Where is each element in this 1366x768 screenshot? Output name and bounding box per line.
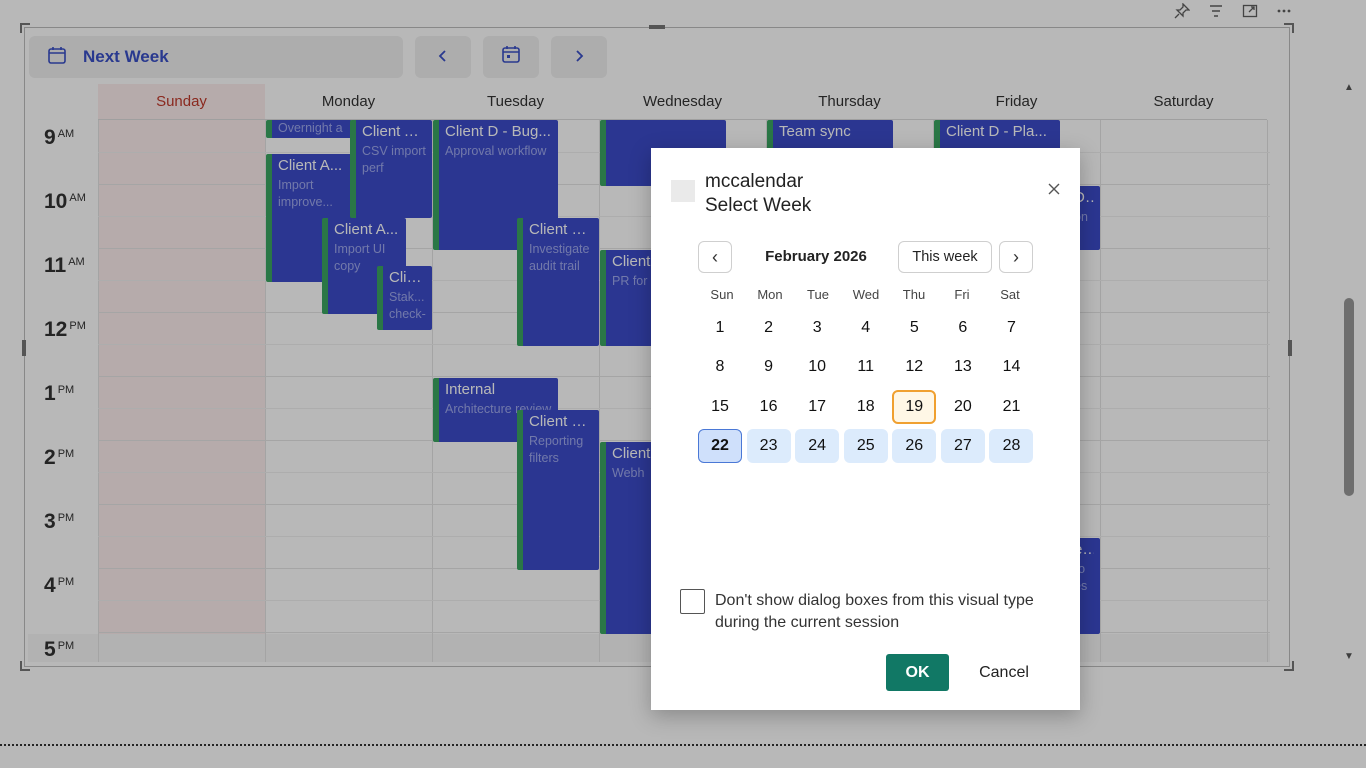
visual-header-icons — [1172, 0, 1294, 22]
date-cell[interactable]: 12 — [892, 350, 936, 384]
more-options-icon[interactable] — [1274, 1, 1294, 21]
week-row[interactable]: 1 2 3 4 5 6 7 — [698, 308, 1038, 348]
date-cell-selected[interactable]: 27 — [940, 429, 985, 464]
dont-show-checkbox[interactable] — [680, 589, 705, 614]
date-cell[interactable]: 6 — [941, 311, 985, 345]
week-row[interactable]: 15 16 17 18 19 20 21 — [698, 387, 1038, 427]
date-cell[interactable]: 16 — [747, 390, 791, 424]
date-cell-selected[interactable]: 25 — [843, 429, 888, 464]
date-cell[interactable]: 21 — [989, 390, 1033, 424]
focus-mode-icon[interactable] — [1240, 1, 1260, 21]
date-cell[interactable]: 8 — [698, 350, 742, 384]
weekday-label: Mon — [757, 287, 783, 302]
previous-month-button[interactable]: ‹ — [698, 241, 732, 273]
weekday-label: Sat — [1000, 287, 1020, 302]
date-cell[interactable]: 15 — [698, 390, 742, 424]
this-week-button[interactable]: This week — [898, 241, 992, 273]
date-cell[interactable]: 1 — [698, 311, 742, 345]
date-cell[interactable]: 17 — [795, 390, 839, 424]
date-cell[interactable]: 11 — [844, 350, 888, 384]
weekday-label: Tue — [807, 287, 829, 302]
date-cell[interactable]: 7 — [989, 311, 1033, 345]
weekday-label: Thu — [902, 287, 926, 302]
next-month-button[interactable]: › — [999, 241, 1033, 273]
weekday-label: Fri — [954, 287, 970, 302]
close-icon — [1048, 178, 1060, 200]
weekday-header-row: Sun Mon Tue Wed Thu Fri Sat — [698, 287, 1034, 302]
close-button[interactable] — [1048, 178, 1060, 201]
weekday-label: Wed — [852, 287, 880, 302]
date-cell[interactable]: 18 — [844, 390, 888, 424]
select-week-dialog: mccalendar Select Week ‹ February 2026 T… — [651, 148, 1080, 710]
date-cell[interactable]: 4 — [844, 311, 888, 345]
filter-icon[interactable] — [1206, 1, 1226, 21]
date-cell[interactable]: 9 — [747, 350, 791, 384]
date-cell-selected[interactable]: 24 — [795, 429, 840, 464]
date-cell[interactable]: 14 — [989, 350, 1033, 384]
date-cell[interactable]: 3 — [795, 311, 839, 345]
weekday-label: Sun — [710, 287, 734, 302]
date-cell-selected[interactable]: 23 — [746, 429, 791, 464]
dialog-app-name: mccalendar — [705, 171, 804, 192]
date-cell-selected[interactable]: 22 — [698, 429, 742, 464]
ok-button[interactable]: OK — [886, 654, 949, 691]
dialog-title: mccalendar Select Week — [705, 170, 811, 218]
date-cell-today[interactable]: 19 — [892, 389, 937, 424]
date-cell-selected[interactable]: 28 — [989, 429, 1034, 464]
date-cell[interactable]: 5 — [892, 311, 936, 345]
date-cell[interactable]: 10 — [795, 350, 839, 384]
selected-week-row[interactable]: 22 23 24 25 26 27 28 — [698, 427, 1038, 467]
visual-icon — [671, 180, 695, 202]
date-grid: 1 2 3 4 5 6 7 8 9 10 11 12 13 14 15 16 1… — [698, 308, 1038, 466]
pin-icon[interactable] — [1172, 1, 1192, 21]
dont-show-checkbox-label[interactable]: Don't show dialog boxes from this visual… — [715, 590, 1045, 634]
date-cell-selected[interactable]: 26 — [892, 429, 937, 464]
month-navigation: ‹ February 2026 This week › — [698, 241, 1033, 273]
date-cell[interactable]: 20 — [941, 390, 985, 424]
date-cell[interactable]: 2 — [747, 311, 791, 345]
date-cell[interactable]: 13 — [941, 350, 985, 384]
dialog-heading: Select Week — [705, 195, 812, 216]
month-label: February 2026 — [765, 248, 867, 265]
week-row[interactable]: 8 9 10 11 12 13 14 — [698, 348, 1038, 388]
cancel-button[interactable]: Cancel — [969, 654, 1039, 691]
